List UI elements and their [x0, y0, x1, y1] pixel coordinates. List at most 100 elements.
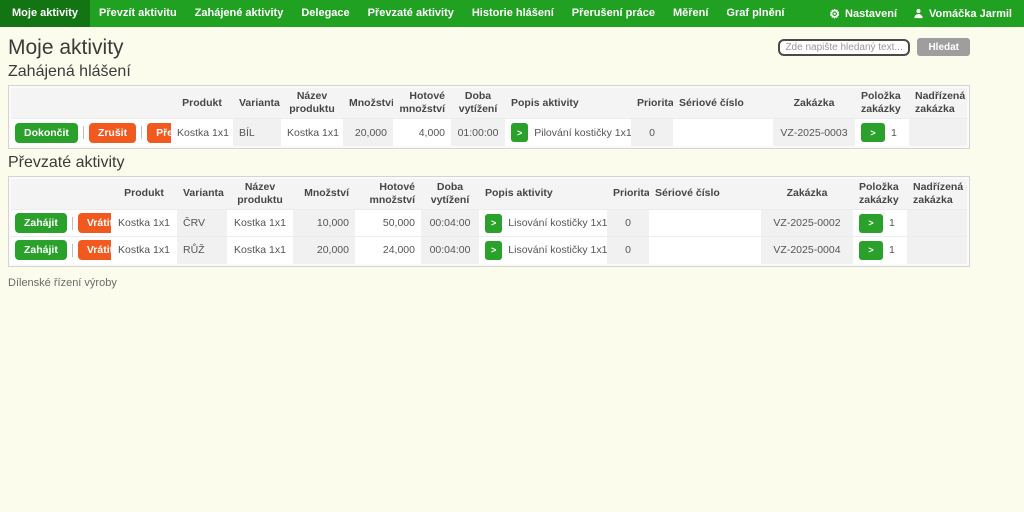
- start-button[interactable]: Zahájit: [15, 240, 67, 260]
- cell-seriove-cislo: [649, 237, 761, 264]
- column-header-nadrizena-zakazka: Nadřízená zakázka: [909, 88, 967, 119]
- user-menu[interactable]: Vomáčka Jarmil: [913, 8, 1012, 20]
- nav-item-preruseni-prace[interactable]: Přerušení práce: [563, 0, 664, 27]
- cell-nadrizena-zakazka: [907, 237, 967, 264]
- divider: [141, 126, 142, 139]
- table-row: Zahájit Vrátit Kostka 1x1 ČRV Kostka 1x1…: [11, 210, 967, 237]
- taken-activities-table: Produkt Varianta Název produktu Množství…: [8, 176, 970, 267]
- app-footer-label: Dílenské řízení výroby: [8, 277, 1016, 289]
- cell-produkt: Kostka 1x1: [111, 210, 177, 237]
- finish-button[interactable]: Dokončit: [15, 123, 78, 143]
- cell-varianta: RŮŽ: [177, 237, 227, 264]
- cell-varianta: BÍL: [233, 119, 281, 146]
- column-header-doba-vytizeni: Doba vytížení: [451, 88, 505, 119]
- column-header-popis-aktivity: Popis aktivity: [505, 88, 631, 119]
- cell-popis-aktivity: Lisování kostičky 1x1: [508, 217, 607, 229]
- column-header-priorita: Priorita: [607, 179, 649, 210]
- cell-hotove-mnozstvi: 24,000: [355, 237, 421, 264]
- column-header-actions: [11, 179, 111, 210]
- return-button[interactable]: Vrátit: [78, 213, 111, 233]
- column-header-produkt: Produkt: [111, 179, 177, 210]
- cell-zakazka: VZ-2025-0004: [761, 237, 853, 264]
- column-header-popis-aktivity: Popis aktivity: [479, 179, 607, 210]
- column-header-hotove-mnozstvi: Hotové množství: [355, 179, 421, 210]
- cell-zakazka: VZ-2025-0002: [761, 210, 853, 237]
- cell-priorita: 0: [607, 210, 649, 237]
- person-icon: [913, 8, 924, 19]
- cell-popis-aktivity: Pilování kostičky 1x1: [534, 127, 631, 139]
- column-header-zakazka: Zakázka: [773, 88, 855, 119]
- column-header-mnozstvi: Množství: [343, 88, 393, 119]
- table-header-row: Produkt Varianta Název produktu Množství…: [11, 179, 967, 210]
- user-name-label: Vomáčka Jarmil: [929, 8, 1012, 20]
- column-header-hotove-mnozstvi: Hotové množství: [393, 88, 451, 119]
- search-button[interactable]: Hledat: [917, 38, 970, 56]
- search-input[interactable]: [778, 39, 910, 56]
- column-header-polozka-zakazky: Položka zakázky: [855, 88, 909, 119]
- cell-seriove-cislo: [673, 119, 773, 146]
- cell-polozka-zakazky: 1: [891, 127, 897, 139]
- cell-mnozstvi: 20,000: [343, 119, 393, 146]
- column-header-seriove-cislo: Sériové číslo: [649, 179, 761, 210]
- column-header-produkt: Produkt: [171, 88, 233, 119]
- cell-hotove-mnozstvi: 4,000: [393, 119, 451, 146]
- settings-button[interactable]: ⚙ Nastavení: [829, 8, 897, 20]
- nav-item-historie-hlaseni[interactable]: Historie hlášení: [463, 0, 563, 27]
- order-item-detail-button[interactable]: >: [861, 123, 885, 142]
- cell-priorita: 0: [607, 237, 649, 264]
- order-item-detail-button[interactable]: >: [859, 214, 883, 233]
- cell-seriove-cislo: [649, 210, 761, 237]
- column-header-seriove-cislo: Sériové číslo: [673, 88, 773, 119]
- cancel-button[interactable]: Zrušit: [89, 123, 136, 143]
- column-header-actions: [11, 88, 171, 119]
- cell-nazev-produktu: Kostka 1x1: [227, 210, 293, 237]
- nav-item-delegace[interactable]: Delegace: [292, 0, 358, 27]
- column-header-nadrizena-zakazka: Nadřízená zakázka: [907, 179, 967, 210]
- nav-item-zahajene-aktivity[interactable]: Zahájené aktivity: [186, 0, 293, 27]
- column-header-nazev-produktu: Název produktu: [281, 88, 343, 119]
- cell-varianta: ČRV: [177, 210, 227, 237]
- table-row: Dokončit Zrušit Přerušit Kostka 1x1 BÍL …: [11, 119, 967, 146]
- cell-polozka-zakazky: 1: [889, 217, 895, 229]
- top-navbar: Moje aktivity Převzít aktivitu Zahájené …: [0, 0, 1024, 27]
- column-header-doba-vytizeni: Doba vytížení: [421, 179, 479, 210]
- column-header-mnozstvi: Množství: [293, 179, 355, 210]
- cell-nazev-produktu: Kostka 1x1: [227, 237, 293, 264]
- activity-detail-button[interactable]: >: [485, 241, 502, 260]
- nav-item-moje-aktivity[interactable]: Moje aktivity: [0, 0, 90, 27]
- nav-item-prevzit-aktivitu[interactable]: Převzít aktivitu: [90, 0, 186, 27]
- order-item-detail-button[interactable]: >: [859, 241, 883, 260]
- nav-item-prevzate-aktivity[interactable]: Převzaté aktivity: [359, 0, 463, 27]
- cell-doba-vytizeni: 00:04:00: [421, 237, 479, 264]
- cell-produkt: Kostka 1x1: [171, 119, 233, 146]
- page-title: Moje aktivity: [8, 36, 124, 60]
- return-button[interactable]: Vrátit: [78, 240, 111, 260]
- taken-activities-heading: Převzaté aktivity: [8, 154, 1016, 172]
- cell-produkt: Kostka 1x1: [111, 237, 177, 264]
- cell-doba-vytizeni: 01:00:00: [451, 119, 505, 146]
- interrupt-button[interactable]: Přerušit: [147, 123, 171, 143]
- nav-item-graf-plneni[interactable]: Graf plnění: [717, 0, 793, 27]
- cell-popis-aktivity: Lisování kostičky 1x1: [508, 244, 607, 256]
- activity-detail-button[interactable]: >: [511, 123, 528, 142]
- search-bar: Hledat: [778, 38, 970, 56]
- table-header-row: Produkt Varianta Název produktu Množství…: [11, 88, 967, 119]
- activity-detail-button[interactable]: >: [485, 214, 502, 233]
- cell-nadrizena-zakazka: [907, 210, 967, 237]
- column-header-varianta: Varianta: [177, 179, 227, 210]
- cell-nadrizena-zakazka: [909, 119, 967, 146]
- divider: [83, 126, 84, 139]
- column-header-zakazka: Zakázka: [761, 179, 853, 210]
- settings-label: Nastavení: [845, 8, 897, 20]
- column-header-polozka-zakazky: Položka zakázky: [853, 179, 907, 210]
- column-header-varianta: Varianta: [233, 88, 281, 119]
- cell-hotove-mnozstvi: 50,000: [355, 210, 421, 237]
- start-button[interactable]: Zahájit: [15, 213, 67, 233]
- column-header-priorita: Priorita: [631, 88, 673, 119]
- cell-nazev-produktu: Kostka 1x1: [281, 119, 343, 146]
- cell-doba-vytizeni: 00:04:00: [421, 210, 479, 237]
- divider: [72, 217, 73, 230]
- nav-item-mereni[interactable]: Měření: [664, 0, 717, 27]
- started-reports-heading: Zahájená hlášení: [8, 63, 1016, 81]
- table-row: Zahájit Vrátit Kostka 1x1 RŮŽ Kostka 1x1…: [11, 237, 967, 264]
